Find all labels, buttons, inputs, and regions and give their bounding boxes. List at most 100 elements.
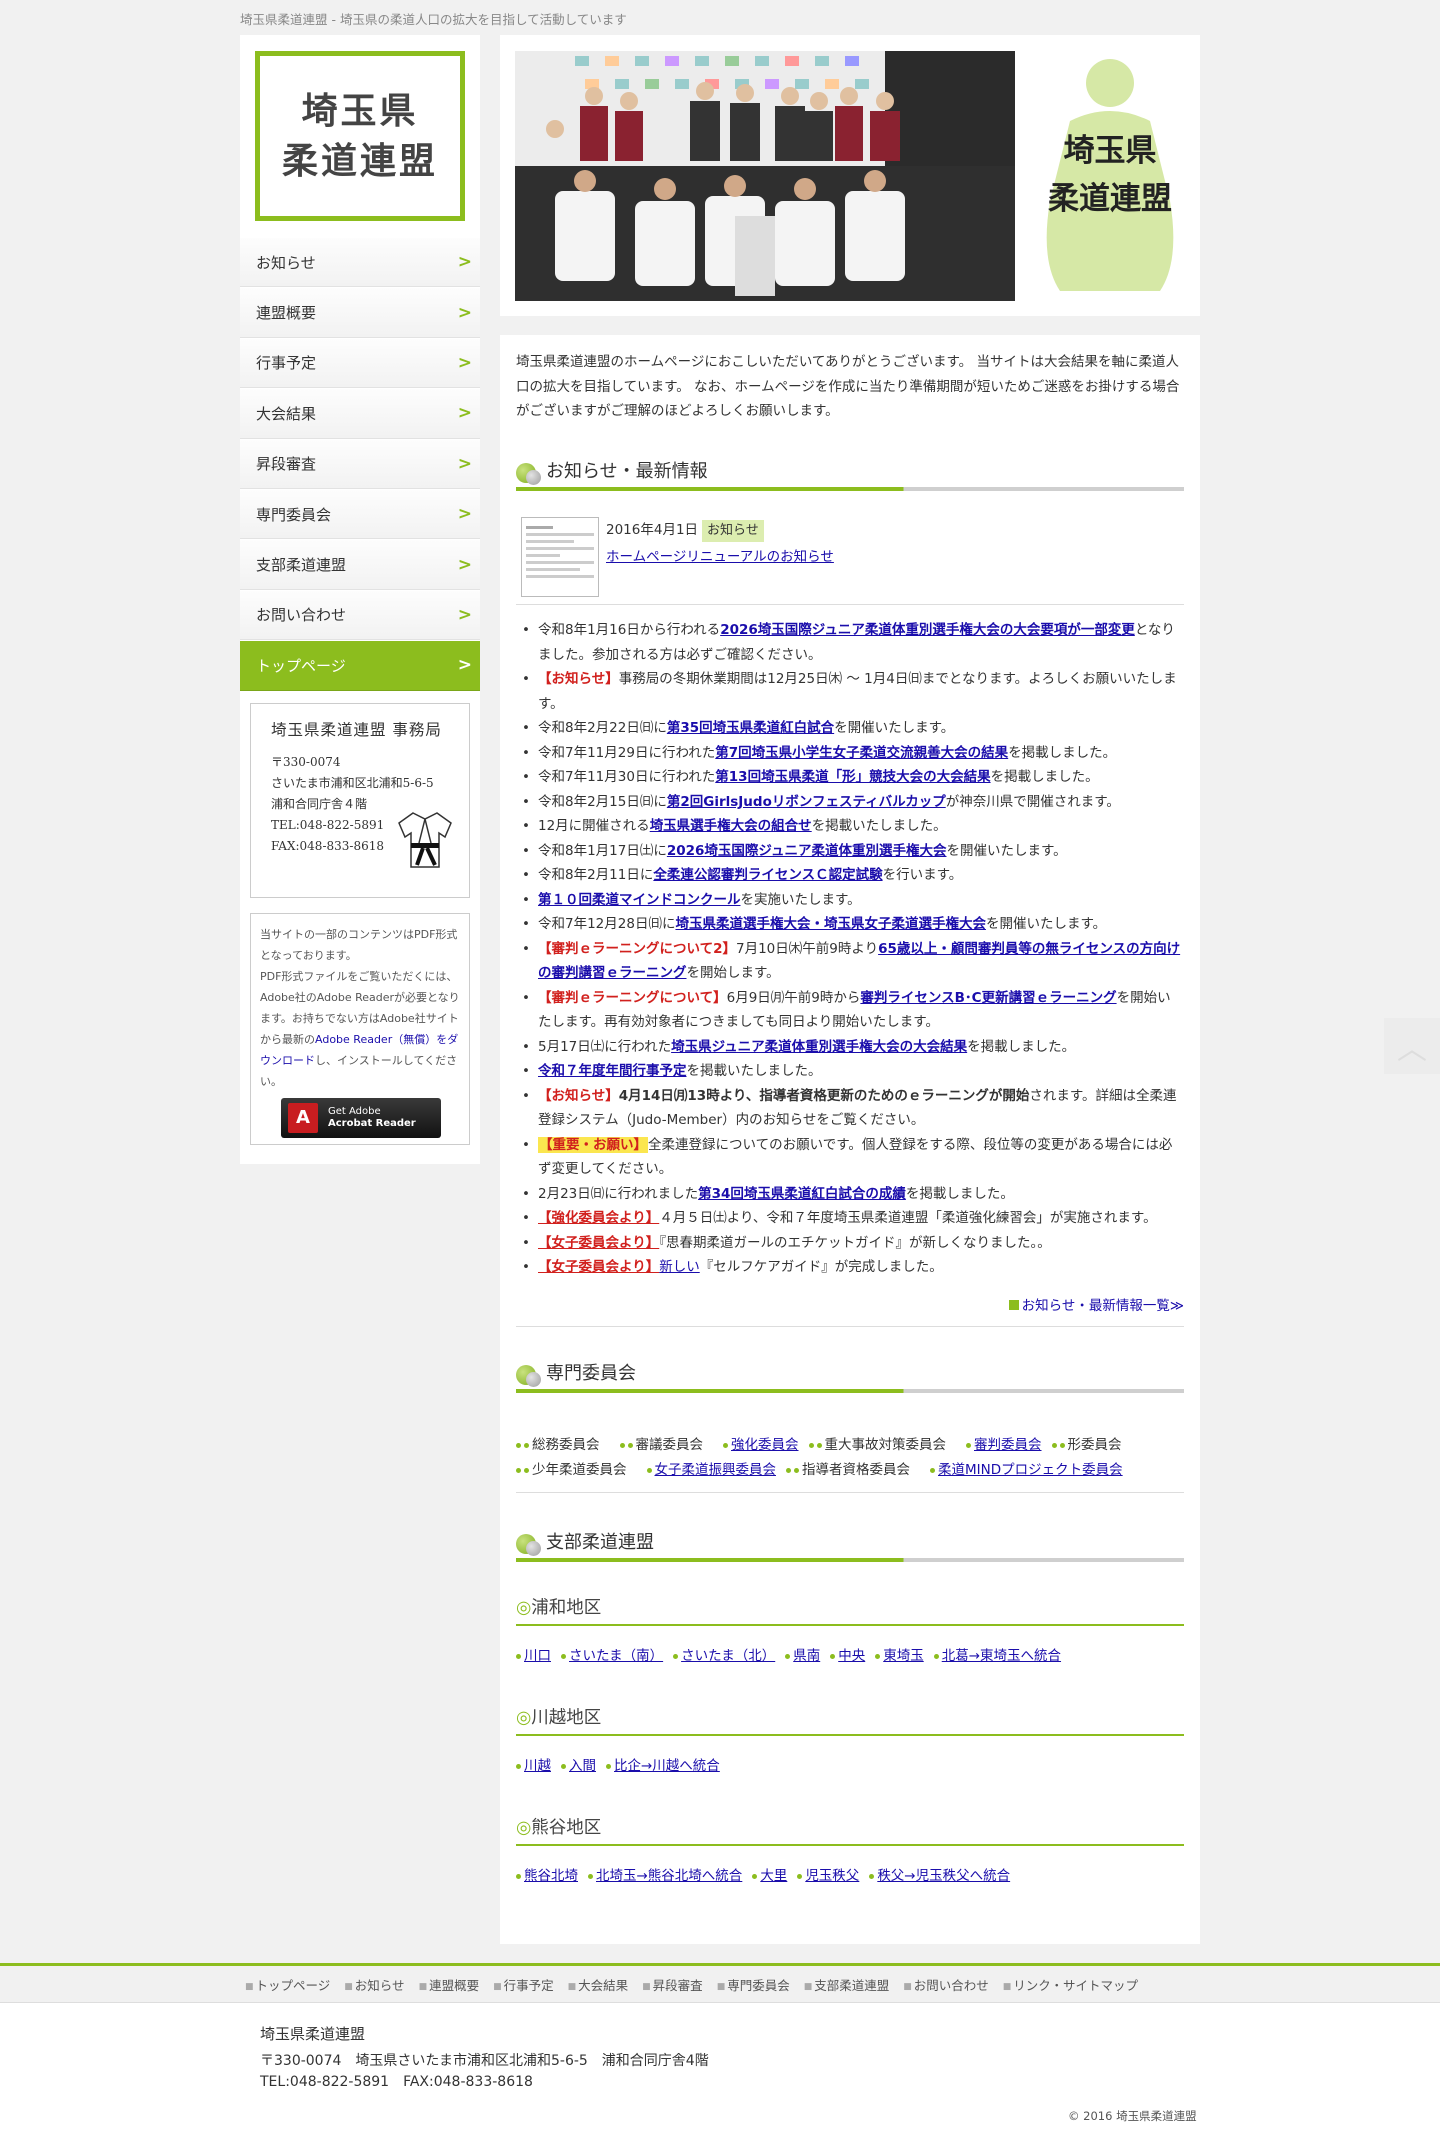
back-to-top-button[interactable]: ︿ — [1384, 1018, 1440, 1074]
branch-item[interactable]: 秩父→児玉秩父へ統合 — [869, 1864, 1010, 1889]
get-adobe-reader-button[interactable]: A Get Adobe Acrobat Reader — [281, 1098, 441, 1138]
branch-link[interactable]: 県南 — [793, 1648, 820, 1664]
news-link[interactable]: 埼玉県ジュニア柔道体重別選手権大会の大会結果 — [671, 1039, 967, 1055]
news-link[interactable]: 第7回埼玉県小学生女子柔道交流親善大会の結果 — [715, 745, 1008, 761]
branch-link[interactable]: さいたま（南） — [569, 1648, 663, 1664]
committee-item[interactable]: 強化委員会 — [723, 1433, 799, 1458]
news-link[interactable]: 全柔連公認審判ライセンスＣ認定試験 — [653, 867, 882, 883]
news-link[interactable]: 審判ライセンスB･C更新講習ｅラーニング — [860, 990, 1116, 1006]
footer-nav-link[interactable]: 大会結果 — [568, 1978, 629, 1993]
footer-nav-link[interactable]: お知らせ — [344, 1978, 404, 1993]
branch-item[interactable]: 県南 — [785, 1644, 820, 1669]
news-item: 令和７年度年間行事予定を掲載いたしました。 — [516, 1059, 1184, 1084]
news-text: ４月５日㈯より、令和７年度埼玉県柔道連盟「柔道強化練習会」が実施されます。 — [659, 1210, 1157, 1226]
news-more-link[interactable]: お知らせ・最新情報一覧≫ — [1008, 1298, 1184, 1314]
committee-label: 少年柔道委員会 — [524, 1458, 627, 1483]
branch-link[interactable]: さいたま（北） — [681, 1648, 775, 1664]
footer-nav-link[interactable]: 支部柔道連盟 — [804, 1978, 890, 1993]
nav-label: 支部柔道連盟 — [256, 556, 347, 575]
branch-link[interactable]: 川口 — [524, 1648, 551, 1664]
branch-link[interactable]: 北埼玉→熊谷北埼へ統合 — [596, 1868, 742, 1884]
branch-link[interactable]: 児玉秩父 — [805, 1868, 859, 1884]
committee-link[interactable]: 審判委員会 — [974, 1437, 1042, 1453]
branch-link[interactable]: 比企→川越へ統合 — [614, 1758, 720, 1774]
nav-item-schedule[interactable]: 行事予定 > — [240, 337, 480, 389]
committee-link[interactable]: 強化委員会 — [731, 1437, 799, 1453]
news-link[interactable]: 第35回埼玉県柔道紅白試合 — [667, 720, 834, 736]
news-item: 2月23日㈰に行われました第34回埼玉県柔道紅白試合の成績を掲載しました。 — [516, 1182, 1184, 1207]
nav-item-news[interactable]: お知らせ > — [240, 237, 480, 288]
footer-nav-link[interactable]: 行事予定 — [493, 1978, 554, 1993]
branch-item[interactable]: 児玉秩父 — [797, 1864, 859, 1889]
footer-nav-link[interactable]: トップページ — [245, 1978, 330, 1993]
branch-item[interactable]: 川口 — [516, 1644, 551, 1669]
footer-nav-link[interactable]: リンク・サイトマップ — [1003, 1978, 1138, 1993]
branch-item[interactable]: 入間 — [561, 1754, 596, 1779]
committee-links: 総務委員会 審議委員会 強化委員会 重大事故対策委員会 審判委員会 形委員会 少年柔道委員会… — [516, 1433, 1184, 1493]
nav-item-committee[interactable]: 専門委員会 > — [240, 488, 480, 540]
branch-item[interactable]: 北埼玉→熊谷北埼へ統合 — [588, 1864, 742, 1889]
committee-link[interactable]: 女子柔道振興委員会 — [655, 1462, 777, 1478]
branch-item[interactable]: 熊谷北埼 — [516, 1864, 578, 1889]
news-committee-link[interactable]: 【強化委員会より】 — [538, 1210, 659, 1226]
committee-item[interactable]: 柔道MINDプロジェクト委員会 — [930, 1458, 1123, 1483]
nav-item-branch[interactable]: 支部柔道連盟 > — [240, 539, 480, 590]
news-item: 【女子委員会より】『思春期柔道ガールのエチケットガイド』が新しくなりました。。 — [516, 1231, 1184, 1256]
branch-item[interactable]: 大里 — [752, 1864, 787, 1889]
nav-item-promotion[interactable]: 昇段審査 > — [240, 438, 480, 489]
branch-link[interactable]: 秩父→児玉秩父へ統合 — [877, 1868, 1010, 1884]
header: 埼玉県 柔道連盟 — [500, 35, 1200, 316]
news-link[interactable]: 2026埼玉国際ジュニア柔道体重別選手権大会 — [667, 843, 947, 859]
news-link[interactable]: 第13回埼玉県柔道「形」競技大会の大会結果 — [715, 769, 990, 785]
footer-nav-link[interactable]: お問い合わせ — [903, 1978, 989, 1993]
news-item: 令和8年2月11日に全柔連公認審判ライセンスＣ認定試験を行います。 — [516, 863, 1184, 888]
committee-item[interactable]: 女子柔道振興委員会 — [647, 1458, 777, 1483]
news-link[interactable]: 第2回GirlsJudoリボンフェスティバルカップ — [667, 794, 946, 810]
nav-label: トップページ — [256, 656, 346, 675]
nav-item-results[interactable]: 大会結果 > — [240, 388, 480, 439]
branch-link[interactable]: 入間 — [569, 1758, 596, 1774]
header-logo-line1: 埼玉県 — [1063, 133, 1157, 169]
branch-link[interactable]: 中央 — [838, 1648, 865, 1664]
footer-nav-link[interactable]: 昇段審査 — [642, 1978, 703, 1993]
news-link[interactable]: 第34回埼玉県柔道紅白試合の成績 — [698, 1186, 906, 1202]
nav-item-contact[interactable]: お問い合わせ > — [240, 589, 480, 641]
site-logo[interactable]: 埼玉県 柔道連盟 — [255, 51, 465, 221]
branch-item[interactable]: 東埼玉 — [875, 1644, 924, 1669]
news-link[interactable]: 新しい — [659, 1259, 700, 1275]
news-link[interactable]: 埼玉県柔道選手権大会・埼玉県女子柔道選手権大会 — [675, 916, 986, 932]
news-committee-link[interactable]: 【女子委員会より】 — [538, 1235, 659, 1251]
nav-item-top[interactable]: トップページ > — [240, 640, 480, 691]
news-thumbnail[interactable] — [521, 517, 599, 597]
nav-label: 昇段審査 — [256, 455, 317, 474]
branch-link[interactable]: 大里 — [760, 1868, 787, 1884]
news-title-link[interactable]: ホームページリニューアルのお知らせ — [606, 545, 834, 565]
footer-nav-link[interactable]: 連盟概要 — [419, 1978, 480, 1993]
branch-item[interactable]: 中央 — [830, 1644, 865, 1669]
committee-heading-text: 専門委員会 — [546, 1363, 636, 1384]
branch-link[interactable]: 川越 — [524, 1758, 551, 1774]
branch-item[interactable]: さいたま（北） — [673, 1644, 775, 1669]
branch-link[interactable]: 熊谷北埼 — [524, 1868, 578, 1884]
nav-item-overview[interactable]: 連盟概要 > — [240, 287, 480, 338]
news-link[interactable]: 2026埼玉国際ジュニア柔道体重別選手権大会の大会要項が一部変更 — [720, 622, 1135, 638]
committee-link[interactable]: 柔道MINDプロジェクト委員会 — [938, 1462, 1123, 1478]
branch-item[interactable]: 北葛→東埼玉へ統合 — [934, 1644, 1061, 1669]
news-featured: 2016年4月1日 お知らせ ホームページリニューアルのお知らせ — [516, 515, 1184, 605]
news-committee-link[interactable]: 【女子委員会より】 — [538, 1259, 659, 1275]
committee-item[interactable]: 審判委員会 — [966, 1433, 1042, 1458]
branch-item[interactable]: 川越 — [516, 1754, 551, 1779]
branch-item[interactable]: さいたま（南） — [561, 1644, 663, 1669]
adobe-btn-line1: Get Adobe — [328, 1106, 381, 1117]
branch-item[interactable]: 比企→川越へ統合 — [606, 1754, 720, 1779]
news-link[interactable]: 第１０回柔道マインドコンクール — [538, 892, 741, 908]
news-link[interactable]: 埼玉県選手権大会の組合せ — [650, 818, 812, 834]
news-text: 令和7年11月29日に行われた — [538, 744, 716, 761]
news-text: 12月に開催される — [538, 818, 650, 834]
news-link[interactable]: 令和７年度年間行事予定 — [538, 1063, 687, 1079]
news-item: 令和8年1月16日から行われる2026埼玉国際ジュニア柔道体重別選手権大会の大会… — [516, 618, 1184, 667]
office-addr1: さいたま市浦和区北浦和5-6-5 — [271, 776, 434, 790]
footer-nav-link[interactable]: 専門委員会 — [717, 1978, 790, 1993]
branch-link[interactable]: 北葛→東埼玉へ統合 — [942, 1648, 1061, 1664]
branch-link[interactable]: 東埼玉 — [883, 1648, 924, 1664]
